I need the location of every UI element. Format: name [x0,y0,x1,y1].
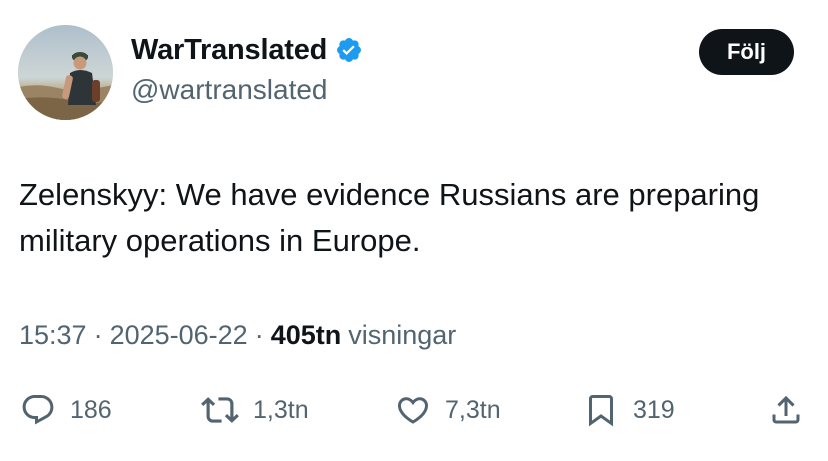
author-name-row: WarTranslated [131,30,363,70]
reply-count: 186 [70,395,112,424]
views-label: visningar [348,320,457,350]
verified-badge-icon [337,38,362,62]
bookmark-icon [589,395,613,427]
views-count: 405tn [270,320,342,350]
author-handle[interactable]: @wartranslated [131,74,363,106]
like-button[interactable]: 7,3tn [395,388,501,432]
action-bar: 186 1,3tn 7,3tn 319 [0,388,828,432]
retweet-button[interactable]: 1,3tn [201,388,309,432]
tweet-text: Zelenskyy: We have evidence Russians are… [19,177,760,258]
share-icon [772,395,800,424]
reply-button[interactable]: 186 [20,388,112,432]
tweet-date[interactable]: 2025-06-22 [110,320,248,351]
share-button[interactable] [768,388,804,432]
heart-icon [397,397,429,424]
tweet-time[interactable]: 15:37 [19,320,87,351]
reply-icon [22,395,54,425]
avatar[interactable] [18,25,113,120]
author-block: WarTranslated @wartranslated [131,30,363,106]
bookmark-button[interactable]: 319 [583,388,675,432]
follow-button[interactable]: Följ [699,29,794,75]
like-count: 7,3tn [445,395,501,424]
author-display-name[interactable]: WarTranslated [131,34,327,67]
bookmark-count: 319 [633,395,675,424]
retweet-count: 1,3tn [253,395,309,424]
avatar-photo [18,25,113,120]
meta-separator: · [93,320,103,350]
retweet-icon [201,397,239,423]
tweet-meta: 15:37 · 2025-06-22 · 405tn visningar [19,320,456,351]
meta-separator: · [254,320,264,350]
